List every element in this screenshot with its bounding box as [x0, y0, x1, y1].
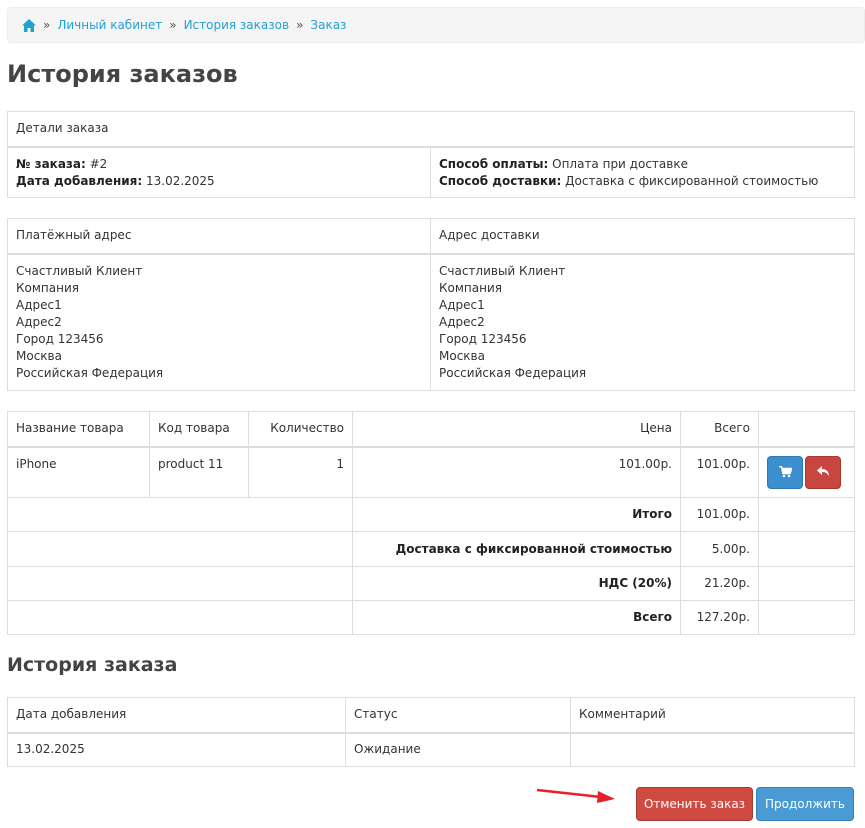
breadcrumb-account-link[interactable]: Личный кабинет: [57, 18, 162, 32]
product-quantity: 1: [248, 446, 353, 498]
col-history-comment: Комментарий: [570, 697, 855, 734]
col-product-name: Название товара: [7, 411, 150, 448]
page-title: История заказов: [7, 60, 238, 88]
product-total: 101.00р.: [680, 446, 759, 498]
col-actions: [758, 411, 855, 448]
grand-total-label: Всего: [633, 610, 672, 624]
address-line: Счастливый Клиент: [16, 263, 143, 278]
shipping-address-header: Адрес доставки: [430, 218, 855, 255]
return-button[interactable]: [805, 455, 841, 489]
address-line: Российская Федерация: [16, 365, 164, 380]
addresses-table: Платёжный адрес Адрес доставки Счастливы…: [7, 218, 855, 391]
continue-button[interactable]: Продолжить: [756, 787, 854, 821]
history-status: Ожидание: [345, 732, 571, 767]
history-comment: [570, 732, 855, 767]
reorder-button[interactable]: [767, 455, 803, 489]
subtotal-label: Итого: [632, 507, 672, 521]
table-row: 13.02.2025 Ожидание: [7, 732, 855, 767]
home-icon[interactable]: [22, 18, 36, 32]
order-details-table: Детали заказа № заказа: #2 Дата добавлен…: [7, 111, 855, 198]
order-details-header: Детали заказа: [7, 111, 855, 148]
order-history-table: Дата добавления Статус Комментарий 13.02…: [7, 697, 855, 767]
address-line: Компания: [439, 280, 502, 295]
col-price: Цена: [352, 411, 681, 448]
totals-row: НДС (20%) 21.20р.: [7, 566, 855, 601]
grand-total-value: 127.20р.: [680, 600, 759, 635]
col-quantity: Количество: [248, 411, 353, 448]
address-line: Счастливый Клиент: [439, 263, 566, 278]
date-added-value: 13.02.2025: [145, 173, 215, 188]
order-no-label: № заказа:: [16, 156, 86, 171]
cart-icon: [778, 466, 792, 478]
tax-value: 21.20р.: [680, 566, 759, 601]
address-line: Город 123456: [439, 331, 527, 346]
address-line: Адрес2: [16, 314, 62, 329]
payment-address-header: Платёжный адрес: [7, 218, 431, 255]
address-line: Адрес1: [439, 297, 485, 312]
shipping-total-value: 5.00р.: [680, 531, 759, 567]
products-table: Название товара Код товара Количество Це…: [7, 411, 855, 635]
breadcrumb-order-link[interactable]: Заказ: [310, 18, 346, 32]
shipping-method-label: Способ доставки:: [439, 173, 562, 188]
breadcrumb-separator: »: [43, 18, 51, 32]
shipping-method-value: Доставка с фиксированной стоимостью: [565, 173, 819, 188]
order-info-cell: № заказа: #2 Дата добавления: 13.02.2025: [7, 146, 431, 198]
breadcrumb-separator: »: [296, 18, 304, 32]
shipping-total-label: Доставка с фиксированной стоимостью: [395, 541, 672, 556]
address-line: Компания: [16, 280, 79, 295]
product-actions: [758, 446, 855, 498]
shipping-address: Счастливый Клиент Компания Адрес1 Адрес2…: [430, 253, 855, 391]
col-history-date: Дата добавления: [7, 697, 346, 734]
breadcrumb: » Личный кабинет » История заказов » Зак…: [7, 7, 865, 43]
annotation-arrow: [536, 788, 615, 803]
address-line: Москва: [16, 348, 62, 363]
breadcrumb-order-history-link[interactable]: История заказов: [184, 18, 290, 32]
totals-row: Итого 101.00р.: [7, 497, 855, 532]
tax-label: НДС (20%): [598, 576, 672, 590]
totals-row: Доставка с фиксированной стоимостью 5.00…: [7, 531, 855, 567]
date-added-label: Дата добавления:: [16, 173, 143, 188]
breadcrumb-separator: »: [169, 18, 177, 32]
col-product-model: Код товара: [149, 411, 249, 448]
product-model: product 11: [149, 446, 249, 498]
col-history-status: Статус: [345, 697, 571, 734]
totals-row: Всего 127.20р.: [7, 600, 855, 635]
product-price: 101.00р.: [352, 446, 681, 498]
table-row: iPhone product 11 1 101.00р. 101.00р.: [7, 446, 855, 498]
payment-address: Счастливый Клиент Компания Адрес1 Адрес2…: [7, 253, 431, 391]
payment-method-value: Оплата при доставке: [552, 156, 688, 171]
address-line: Москва: [439, 348, 485, 363]
reply-icon: [816, 466, 829, 477]
payment-method-label: Способ оплаты:: [439, 156, 549, 171]
subtotal-value: 101.00р.: [680, 497, 759, 532]
col-total: Всего: [680, 411, 759, 448]
history-date: 13.02.2025: [7, 732, 346, 767]
order-methods-cell: Способ оплаты: Оплата при доставке Спосо…: [430, 146, 855, 198]
address-line: Адрес2: [439, 314, 485, 329]
address-line: Город 123456: [16, 331, 104, 346]
address-line: Российская Федерация: [439, 365, 587, 380]
cancel-order-button[interactable]: Отменить заказ: [636, 787, 753, 821]
address-line: Адрес1: [16, 297, 62, 312]
order-no-value: #2: [89, 156, 108, 171]
order-history-title: История заказа: [7, 654, 178, 676]
product-name: iPhone: [7, 446, 150, 498]
